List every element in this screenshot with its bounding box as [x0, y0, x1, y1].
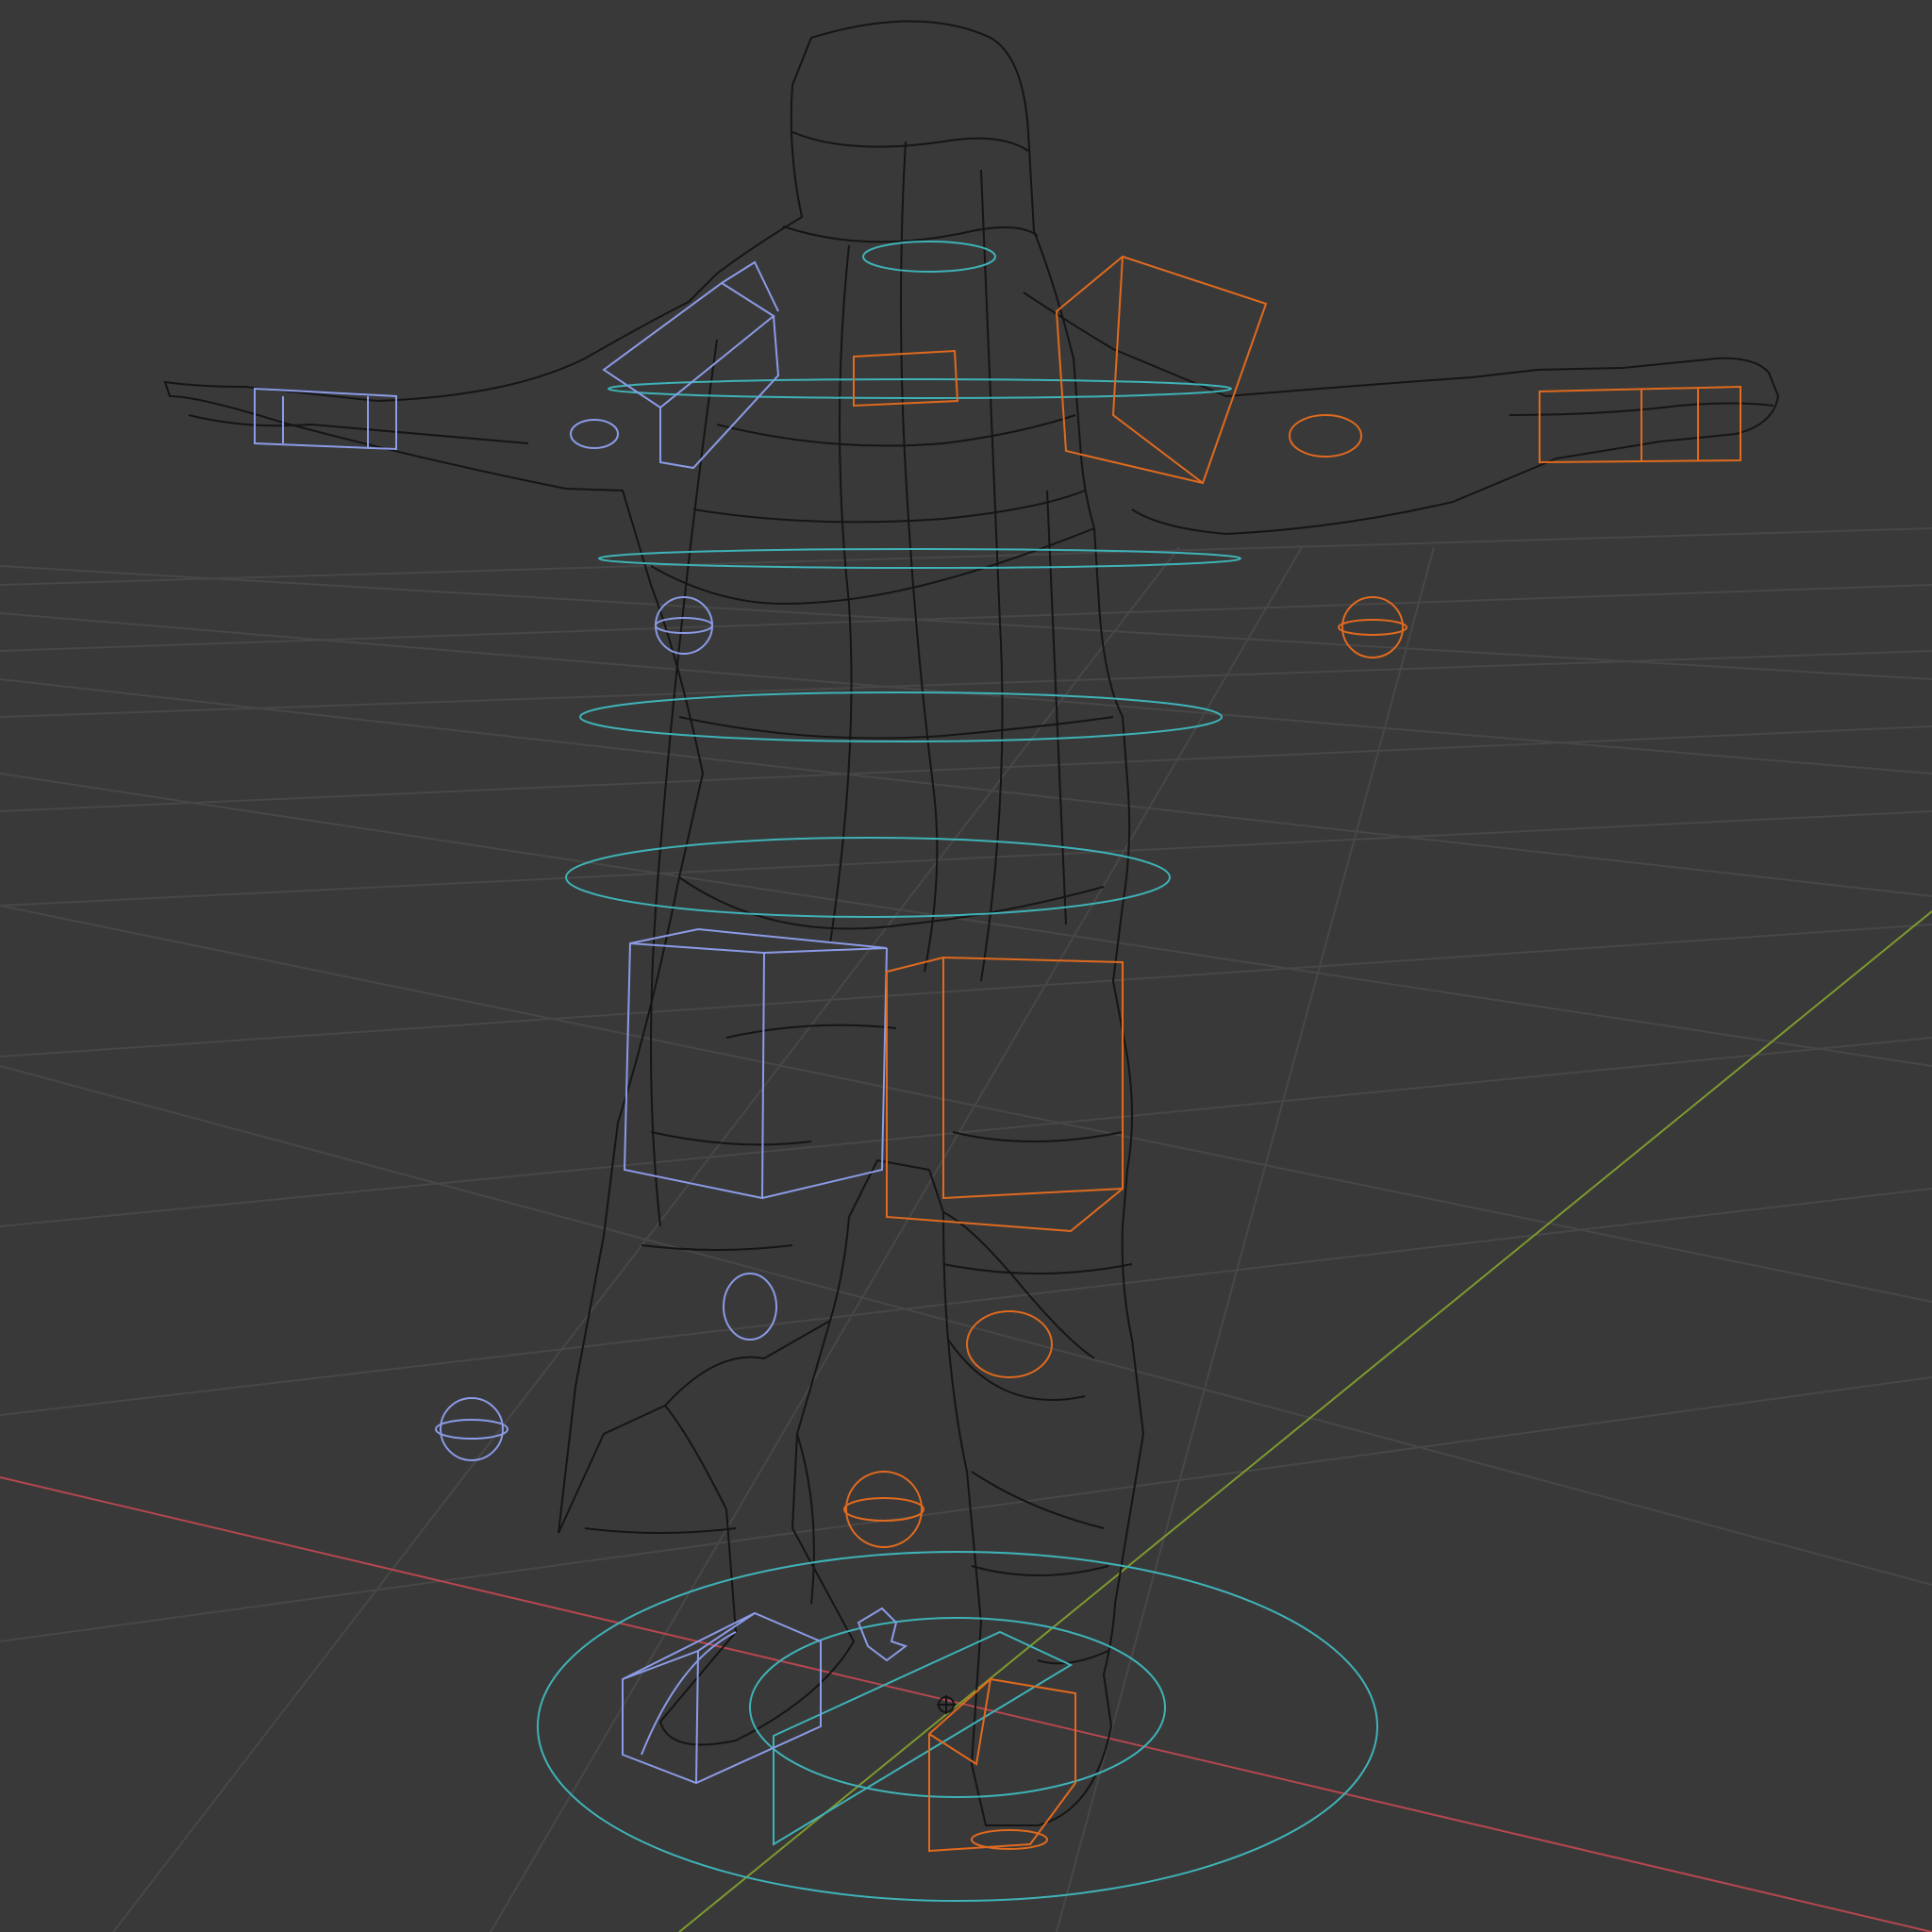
- knee-pole-left[interactable]: [723, 1273, 777, 1341]
- chest-control[interactable]: [608, 378, 1232, 399]
- shoulder-control-left[interactable]: [602, 260, 780, 470]
- left-controls[interactable]: [254, 260, 908, 1785]
- character-mesh[interactable]: [163, 20, 1780, 1826]
- floor-grid: [0, 527, 1932, 1932]
- hand-control-right[interactable]: [1539, 385, 1741, 464]
- 3d-viewport[interactable]: [0, 0, 1932, 1932]
- wrist-ring-right-h[interactable]: [1338, 619, 1407, 636]
- hand-control-left[interactable]: [254, 387, 397, 451]
- thigh-control-left[interactable]: [623, 927, 888, 1200]
- neck-control[interactable]: [862, 241, 996, 273]
- torso-control[interactable]: [579, 691, 1223, 742]
- knee-ring-right-h[interactable]: [843, 1497, 924, 1522]
- elbow-pole-right[interactable]: [1289, 414, 1362, 458]
- right-controls[interactable]: [843, 255, 1741, 1853]
- elbow-pole-left[interactable]: [570, 419, 619, 449]
- y-axis-line: [678, 910, 1932, 1932]
- root-direction-arrow[interactable]: [773, 1630, 1074, 1846]
- wrist-ring-right[interactable]: [1341, 596, 1404, 658]
- foot-control-left[interactable]: [622, 1611, 822, 1785]
- foot-ik-ring-left-h[interactable]: [435, 1419, 508, 1440]
- x-axis-line: [0, 1476, 1932, 1932]
- center-controls[interactable]: [537, 241, 1378, 1902]
- knee-ring-right[interactable]: [845, 1471, 923, 1548]
- foot-ik-ring-left[interactable]: [440, 1397, 504, 1461]
- viewport-canvas[interactable]: [0, 0, 1932, 1932]
- toe-pivot-left[interactable]: [857, 1607, 908, 1662]
